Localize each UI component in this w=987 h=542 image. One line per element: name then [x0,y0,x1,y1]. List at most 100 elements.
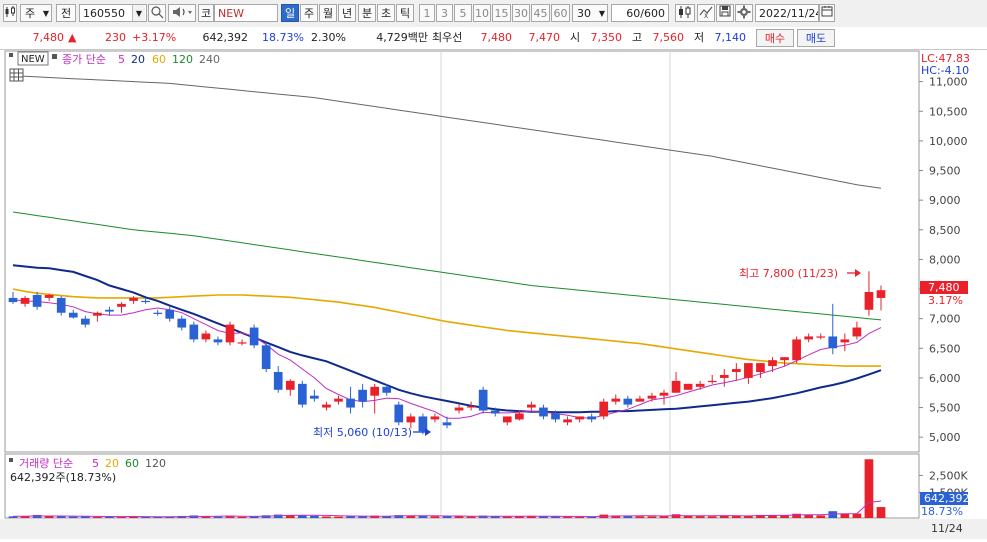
volume-bar [297,515,307,518]
candle-body [117,303,126,307]
volume-bar [141,516,150,518]
date-field[interactable]: 2022/11/24 [755,4,819,22]
hc-label: HC:-4.10 [921,64,969,77]
candle-body [105,309,114,312]
svg-text:X: X [704,13,708,19]
code-value: 160550 [83,7,125,20]
speaker-icon[interactable] [168,4,196,22]
save-icon[interactable] [716,4,734,22]
candle-body [647,395,657,399]
volume-bar [68,516,78,518]
table-icon[interactable] [9,68,24,82]
candle-body [141,300,150,303]
trade-amount: 4,729백만 [376,31,428,44]
candle-body [828,336,838,349]
volume-bar [647,516,657,518]
open-label: 시 [570,31,581,44]
candle-body [44,294,54,298]
market-select[interactable]: 주 ▼ [20,4,52,22]
chart-type-icon[interactable] [3,4,17,22]
volume-bar [840,513,850,518]
interval-tab-3[interactable]: 10 [473,4,491,22]
open-price: 7,350 [590,31,623,44]
candle-body [695,383,705,387]
gear-icon[interactable] [735,4,753,22]
interval-tab-6[interactable]: 45 [531,4,550,22]
period-tab-3[interactable]: 년 [338,4,356,22]
search-icon[interactable] [148,4,166,22]
volume-bar [310,515,319,518]
period-tab-2[interactable]: 월 [319,4,337,22]
period-tab-4[interactable]: 분 [358,4,376,22]
sell-button[interactable]: 매도 [797,29,835,47]
chevron-down-icon: ▼ [42,9,49,18]
candle-settings-icon[interactable] [675,4,695,22]
candle-body [804,336,814,340]
legend-square-icon [9,458,13,462]
candle-body [56,297,66,313]
candle-body [68,312,78,318]
period-tab-5[interactable]: 초 [377,4,395,22]
chart-area[interactable]: 11,000 10,500 10,000 9,500 9,000 8,500 8,000 7,… [0,49,987,539]
volume-bar [876,507,886,518]
price-tick-label: 9,500 [929,165,961,178]
stock-name-field[interactable]: NEW [214,4,278,22]
high-price: 7,560 [652,31,685,44]
count-field[interactable]: 60/600 [611,4,669,22]
candle-body [80,318,90,325]
period-tab-6[interactable]: 틱 [396,4,414,22]
chevron-down-icon[interactable]: ▼ [132,5,145,21]
low-price: 7,140 [714,31,747,44]
candle-body [201,333,211,340]
code-input[interactable]: 160550 ▼ [79,4,147,22]
price-tick-label: 10,500 [929,105,968,118]
quote-bar: 7,480 ▲ 230 +3.17% 642,392 18.73% 2.30% … [0,27,987,50]
interval-tab-7[interactable]: 60 [551,4,570,22]
volume-bar [707,516,717,518]
candle-body [177,318,187,328]
candle-body [514,413,524,420]
vol-ma20-legend: 20 [105,457,119,470]
candle-body [792,339,801,361]
volume-bar [816,515,826,518]
calendar-icon[interactable] [819,4,835,22]
interval-tab-4[interactable]: 15 [492,4,511,22]
period-tab-0[interactable]: 일 [281,4,299,22]
volume-bar [442,516,452,518]
volume-ratio: 18.73% [262,31,304,44]
interval-select[interactable]: 30 ▼ [572,4,608,22]
candle-body [285,380,295,390]
volume-tick-label: 2,500K [929,469,968,482]
current-price: 7,480 [32,31,65,44]
indicator-icon[interactable]: X [697,4,715,22]
change-percent: +3.17% [132,31,177,44]
candle-body [707,380,717,383]
interval-tab-5[interactable]: 30 [512,4,530,22]
legend-square-icon [52,54,57,59]
candle-body [659,392,669,396]
candle-body [671,380,681,393]
stock-chart[interactable]: 11,000 10,500 10,000 9,500 9,000 8,500 8,000 7,… [0,49,987,539]
candle-body [599,401,609,417]
all-button[interactable]: 전 [56,4,76,22]
volume-bar [852,513,862,518]
candle-body [490,410,500,414]
candle-body [273,372,283,390]
up-arrow-icon: ▲ [68,31,77,44]
toolbar: 주 ▼ 전 160550 ▼ 코 NEW 일주월년분초틱 1 3 5 10 15 30 45… [0,0,987,28]
candle-body [32,294,42,307]
volume-bar [430,516,440,518]
interval-tab-2[interactable]: 5 [454,4,472,22]
interval-tab-1[interactable]: 3 [436,4,453,22]
candle-body [816,336,826,338]
period-tab-1[interactable]: 주 [300,4,318,22]
interval-tab-0[interactable]: 1 [419,4,435,22]
ma20-legend: 20 [131,53,145,66]
candle-body [406,416,416,423]
buy-button[interactable]: 매수 [756,29,794,47]
candle-body [611,398,621,402]
candle-body [768,360,777,367]
legend-square-icon [9,53,13,57]
candle-body [731,369,741,372]
candle-body [153,312,163,314]
